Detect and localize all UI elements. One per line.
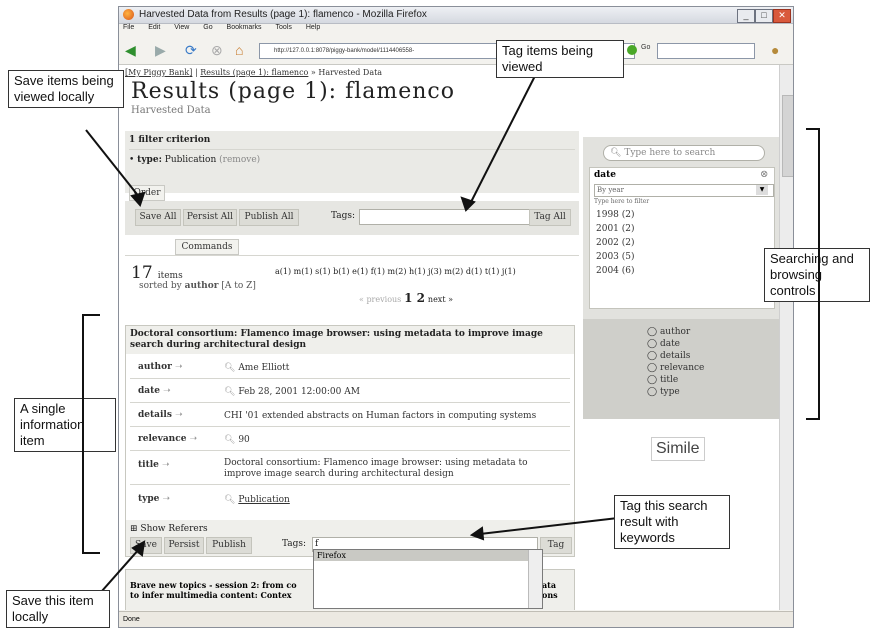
- annotation-arrows: [85, 69, 619, 601]
- callout-tag-result: Tag this search result with keywords: [614, 495, 730, 549]
- callout-save-item: Save this item locally: [6, 590, 110, 628]
- arrow-save-all: [85, 129, 141, 199]
- callout-save-items: Save items being viewed locally: [8, 70, 124, 108]
- bracket-single-item: [82, 314, 100, 554]
- arrow-tag-item: [479, 517, 619, 535]
- bracket-searching: [806, 128, 820, 420]
- arrow-tag-all: [469, 69, 539, 205]
- callout-tag-items: Tag items being viewed: [496, 40, 624, 78]
- arrowhead: [469, 526, 485, 541]
- arrowhead: [130, 191, 146, 207]
- callout-single-item: A single information item: [14, 398, 116, 452]
